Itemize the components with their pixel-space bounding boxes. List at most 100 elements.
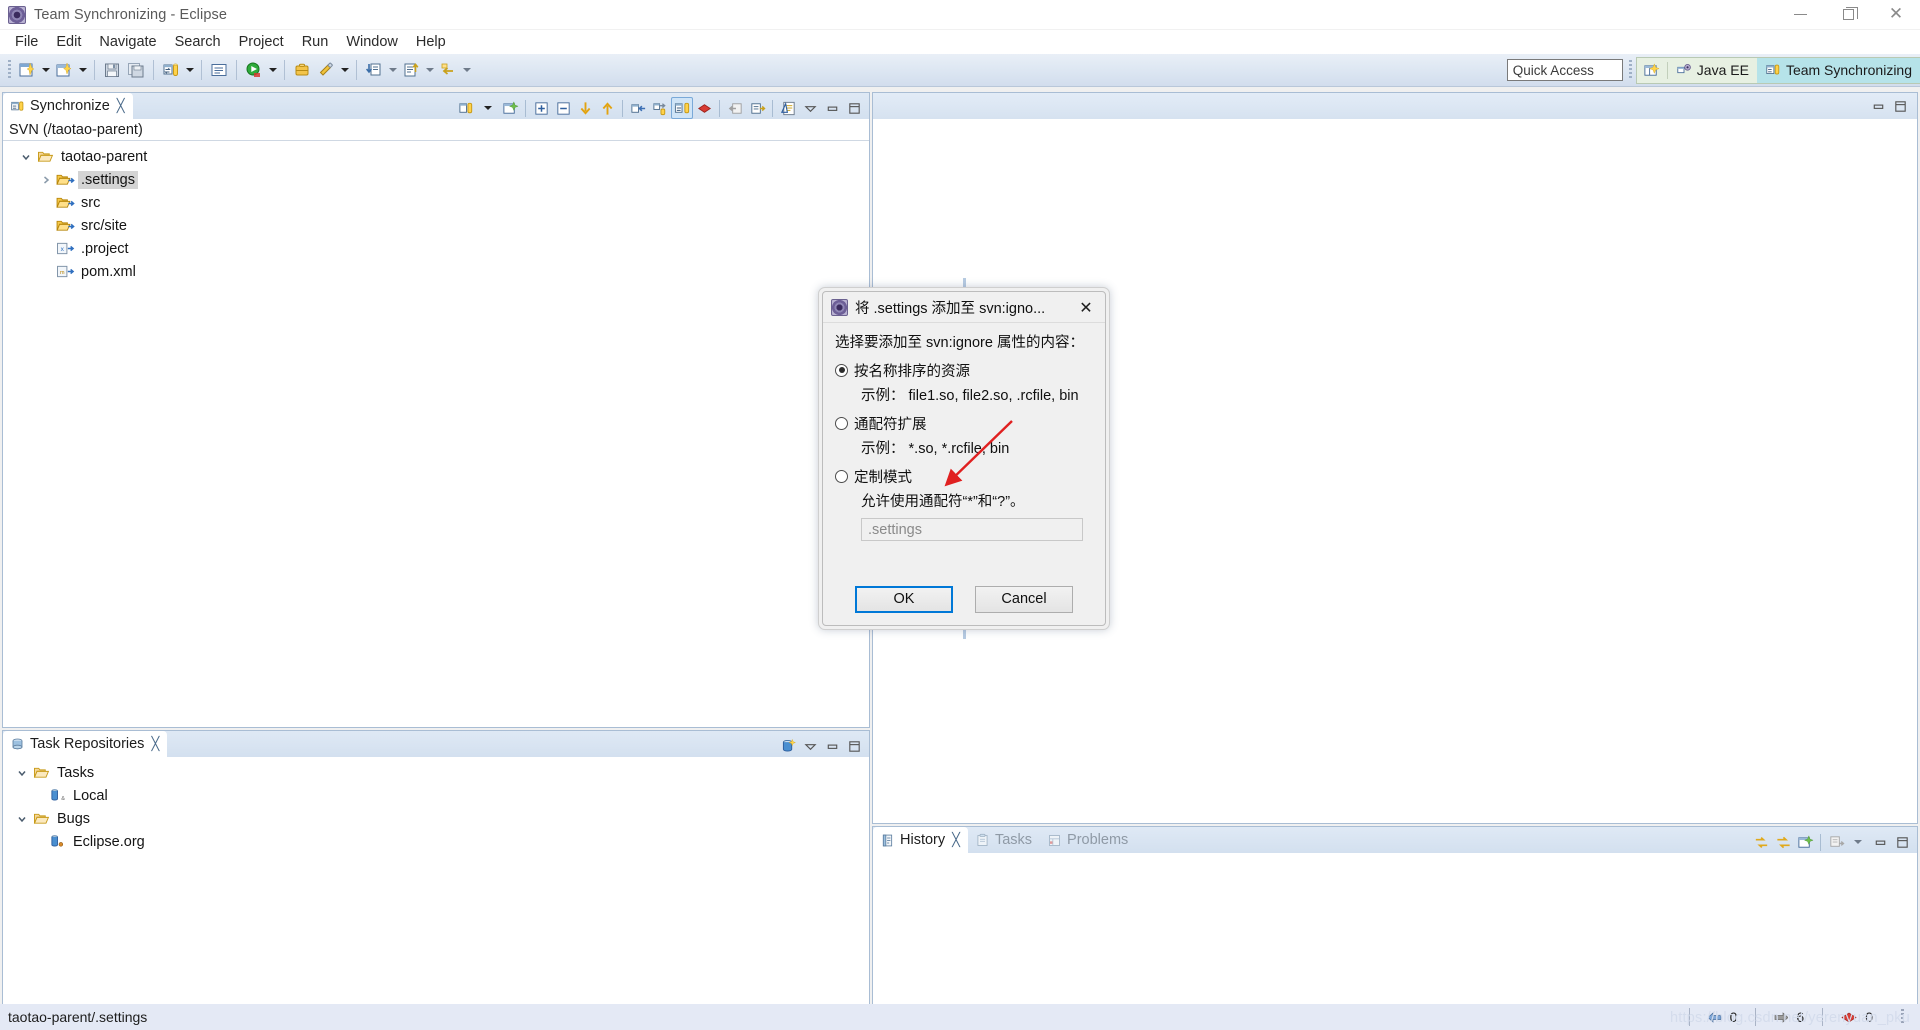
synchronize-dropdown-icon[interactable] bbox=[183, 58, 196, 82]
status-counter-incoming[interactable]: 0 bbox=[1688, 1008, 1756, 1026]
collapse-all-icon[interactable] bbox=[552, 97, 574, 119]
new-folder-icon[interactable] bbox=[52, 58, 76, 82]
commit-dropdown-icon[interactable] bbox=[423, 58, 436, 82]
menu-window[interactable]: Window bbox=[337, 32, 407, 52]
conflicts-mode-icon[interactable] bbox=[693, 97, 715, 119]
new-history-icon[interactable] bbox=[1794, 831, 1816, 853]
new-synchronization-icon[interactable] bbox=[499, 97, 521, 119]
maximize-editor-icon[interactable] bbox=[1889, 95, 1911, 117]
link-with-editor-icon[interactable] bbox=[1772, 831, 1794, 853]
update-from-repository-icon[interactable] bbox=[724, 97, 746, 119]
new-wizard-dropdown-icon[interactable] bbox=[39, 58, 52, 82]
twisty-expanded-icon[interactable] bbox=[13, 767, 31, 779]
menu-search[interactable]: Search bbox=[166, 32, 230, 52]
view-menu-icon[interactable] bbox=[799, 735, 821, 757]
outgoing-mode-icon[interactable] bbox=[649, 97, 671, 119]
tree-row[interactable]: Tasks bbox=[3, 761, 869, 784]
save-all-icon[interactable] bbox=[124, 58, 148, 82]
open-task-icon[interactable] bbox=[207, 58, 231, 82]
close-button[interactable]: ✕ bbox=[1872, 0, 1920, 30]
tab-tasks[interactable]: Tasks bbox=[968, 827, 1040, 853]
perspective-bar-grip[interactable] bbox=[1628, 60, 1632, 80]
open-perspective-icon[interactable] bbox=[1637, 58, 1667, 83]
twisty-collapsed-icon[interactable] bbox=[37, 174, 55, 186]
commit-to-repository-icon[interactable] bbox=[746, 97, 768, 119]
revert-icon[interactable] bbox=[436, 58, 460, 82]
perspective-team-synchronizing[interactable]: Team Synchronizing bbox=[1756, 57, 1920, 83]
tree-row[interactable]: Eclipse.org bbox=[3, 830, 869, 853]
external-tools-dropdown-icon[interactable] bbox=[338, 58, 351, 82]
restore-button[interactable] bbox=[1824, 0, 1872, 30]
radio-option-wildcard-extension[interactable]: 通配符扩展 bbox=[835, 412, 1093, 434]
refresh-history-icon[interactable] bbox=[1750, 831, 1772, 853]
quick-access-input[interactable]: Quick Access bbox=[1506, 59, 1623, 81]
tree-row[interactable]: taotao-parent bbox=[3, 145, 869, 168]
save-icon[interactable] bbox=[100, 58, 124, 82]
synchronize-icon[interactable] bbox=[159, 58, 183, 82]
external-tools-icon[interactable] bbox=[314, 58, 338, 82]
menu-edit[interactable]: Edit bbox=[47, 32, 90, 52]
menu-navigate[interactable]: Navigate bbox=[90, 32, 165, 52]
radio-option-resources-by-name[interactable]: 按名称排序的资源 bbox=[835, 359, 1093, 381]
annotate-icon[interactable] bbox=[777, 97, 799, 119]
new-wizard-icon[interactable] bbox=[15, 58, 39, 82]
ok-button[interactable]: OK bbox=[855, 585, 953, 613]
toolbar-grip[interactable] bbox=[8, 60, 11, 80]
tree-row[interactable]: Bugs bbox=[3, 807, 869, 830]
radio-option-custom-pattern[interactable]: 定制模式 bbox=[835, 465, 1093, 487]
radio-button[interactable] bbox=[835, 416, 848, 430]
history-dropdown-icon[interactable] bbox=[1847, 831, 1869, 853]
tab-close-icon[interactable]: ╳ bbox=[952, 832, 960, 848]
dialog-close-button[interactable]: ✕ bbox=[1073, 295, 1099, 319]
menu-run[interactable]: Run bbox=[293, 32, 338, 52]
status-counter-conflicts[interactable]: 0 bbox=[1822, 1008, 1891, 1026]
view-menu-icon[interactable] bbox=[799, 97, 821, 119]
expand-all-icon[interactable] bbox=[530, 97, 552, 119]
radio-button[interactable] bbox=[835, 469, 848, 483]
status-bar-grip[interactable] bbox=[1901, 1009, 1904, 1025]
twisty-expanded-icon[interactable] bbox=[13, 813, 31, 825]
sync-models-icon[interactable] bbox=[455, 97, 477, 119]
cancel-button[interactable]: Cancel bbox=[975, 585, 1073, 613]
run-icon[interactable] bbox=[242, 58, 266, 82]
sync-models-dropdown-icon[interactable] bbox=[477, 97, 499, 119]
minimize-view-icon[interactable] bbox=[1869, 831, 1891, 853]
tree-row[interactable]: src bbox=[3, 191, 869, 214]
new-folder-dropdown-icon[interactable] bbox=[76, 58, 89, 82]
update-icon[interactable] bbox=[362, 58, 386, 82]
custom-pattern-input[interactable]: .settings bbox=[861, 518, 1083, 541]
tab-close-icon[interactable]: ╳ bbox=[117, 98, 125, 114]
tree-row[interactable]: m pom.xml bbox=[3, 260, 869, 283]
tab-close-icon[interactable]: ╳ bbox=[151, 736, 159, 752]
tab-history[interactable]: History ╳ bbox=[873, 827, 968, 853]
twisty-expanded-icon[interactable] bbox=[17, 151, 35, 163]
radio-button[interactable] bbox=[835, 363, 848, 377]
update-dropdown-icon[interactable] bbox=[386, 58, 399, 82]
tab-task-repositories[interactable]: Task Repositories ╳ bbox=[3, 731, 168, 757]
both-mode-icon[interactable] bbox=[671, 97, 693, 119]
tree-row[interactable]: .settings bbox=[3, 168, 869, 191]
commit-icon[interactable] bbox=[399, 58, 423, 82]
menu-project[interactable]: Project bbox=[230, 32, 293, 52]
minimize-view-icon[interactable] bbox=[821, 735, 843, 757]
previous-change-icon[interactable] bbox=[596, 97, 618, 119]
run-dropdown-icon[interactable] bbox=[266, 58, 279, 82]
revert-dropdown-icon[interactable] bbox=[460, 58, 473, 82]
menu-file[interactable]: File bbox=[6, 32, 47, 52]
next-change-icon[interactable] bbox=[574, 97, 596, 119]
minimize-view-icon[interactable] bbox=[821, 97, 843, 119]
tree-row[interactable]: x .project bbox=[3, 237, 869, 260]
maximize-view-icon[interactable] bbox=[843, 735, 865, 757]
maximize-view-icon[interactable] bbox=[1891, 831, 1913, 853]
filter-history-icon[interactable] bbox=[1825, 831, 1847, 853]
add-repository-icon[interactable] bbox=[777, 735, 799, 757]
debug-icon[interactable] bbox=[290, 58, 314, 82]
perspective-java-ee[interactable]: Java EE bbox=[1668, 58, 1757, 83]
menu-help[interactable]: Help bbox=[407, 32, 455, 52]
maximize-view-icon[interactable] bbox=[843, 97, 865, 119]
incoming-mode-icon[interactable] bbox=[627, 97, 649, 119]
tree-row[interactable]: src/site bbox=[3, 214, 869, 237]
tree-row[interactable]: & Local bbox=[3, 784, 869, 807]
tab-problems[interactable]: Problems bbox=[1040, 827, 1136, 853]
tab-synchronize[interactable]: Synchronize ╳ bbox=[3, 93, 133, 119]
